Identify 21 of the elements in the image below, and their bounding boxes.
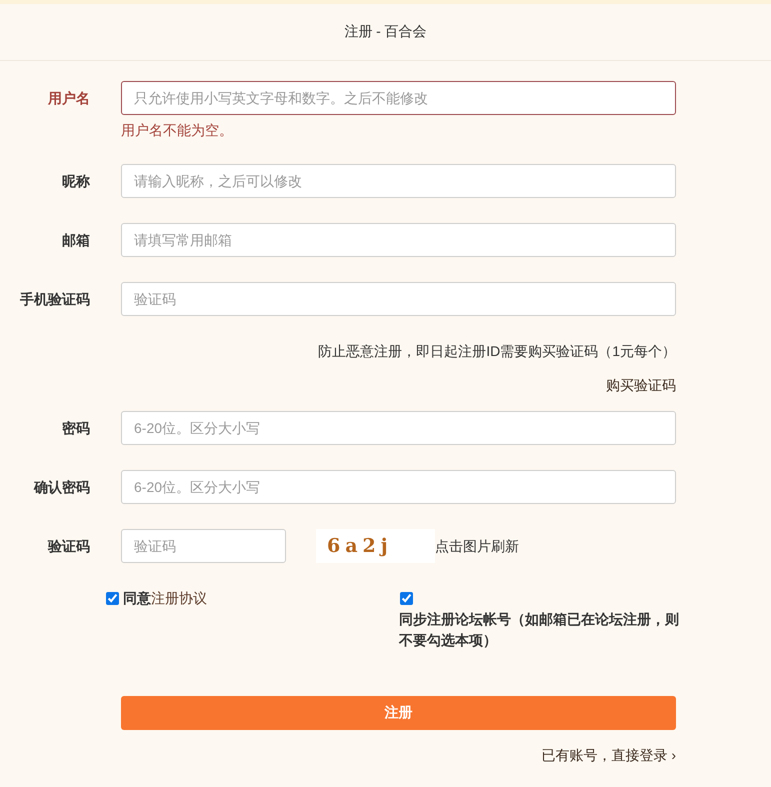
login-link[interactable]: 已有账号，直接登录 ›	[541, 747, 676, 763]
field-label: 用户名	[46, 89, 90, 108]
field-label: 手机验证码	[19, 290, 90, 309]
refresh-hint: 点击图片刷新	[435, 537, 519, 556]
checkbox[interactable]	[400, 592, 413, 605]
notice-text: 防止恶意注册，即日起注册ID需要购买验证码（1元每个）	[318, 343, 676, 359]
checkbox[interactable]	[106, 592, 119, 605]
field-label: 昵称	[61, 172, 90, 191]
checkbox-label: 同步注册论坛帐号（如邮箱已在论坛注册，则不要勾选本项）	[399, 610, 680, 650]
buy-code-link[interactable]: 购买验证码	[606, 377, 676, 393]
page-title: 注册 - 百合会	[344, 23, 427, 41]
field-label: 验证码	[46, 537, 90, 556]
input-field[interactable]: 只允许使用小写英文字母和数字。之后不能修改	[121, 81, 676, 115]
field-label: 密码	[61, 419, 90, 438]
captcha-image[interactable]: 6a2j	[316, 529, 435, 563]
error-message: 用户名不能为空。	[121, 121, 233, 139]
field-label: 确认密码	[32, 478, 90, 497]
field-label: 邮箱	[61, 231, 90, 250]
captcha-input-field[interactable]: 验证码	[121, 529, 286, 563]
checkbox-label: 同意	[123, 589, 151, 608]
agreement-link[interactable]: 注册协议	[151, 588, 207, 609]
